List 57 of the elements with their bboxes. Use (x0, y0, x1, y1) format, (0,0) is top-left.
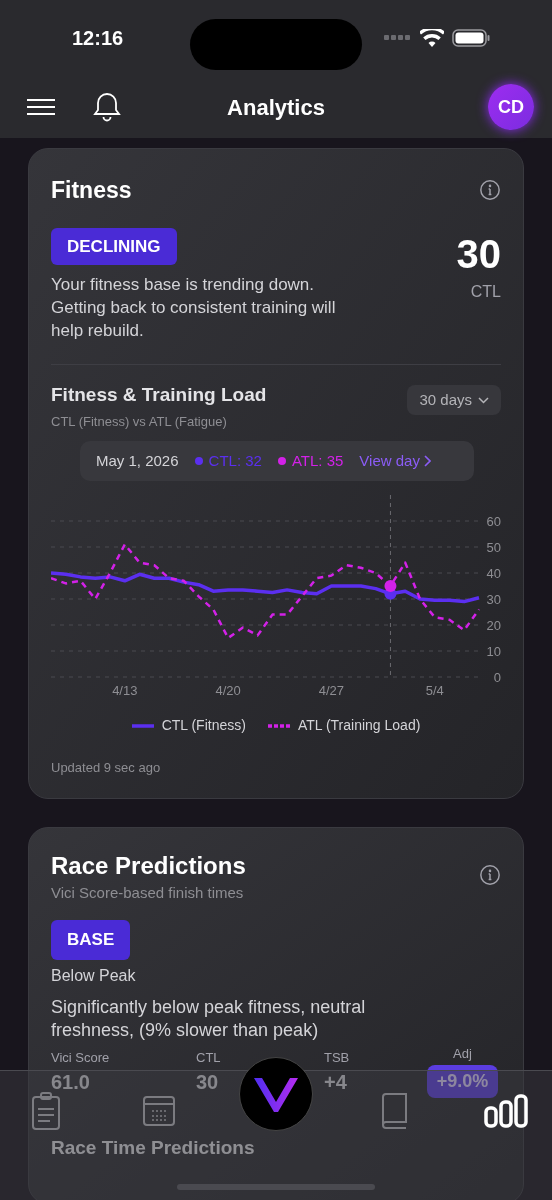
metric-label: CTL (196, 1048, 221, 1067)
axis-label: 4/20 (215, 683, 241, 697)
calendar-icon (141, 1095, 176, 1127)
metric-value: +4 (324, 1070, 347, 1095)
metric-pill: +9.0% (426, 1065, 499, 1098)
metric-label: Adj (453, 1044, 472, 1063)
data-point (384, 580, 397, 592)
chart-title: Fitness & Training Load (51, 383, 267, 407)
wifi-icon (420, 29, 444, 47)
race-description: Significantly below peak fitness, neutral freshness, (9% slower than peak) (51, 995, 367, 1042)
ctl-value: 30 (456, 230, 501, 278)
bell-icon[interactable] (93, 92, 121, 122)
page-title: Analytics (227, 93, 325, 122)
axis-label: 40 (486, 566, 501, 581)
status-time: 12:16 (72, 26, 124, 51)
axis-label: 10 (486, 644, 501, 659)
axis-label: 4/13 (112, 683, 138, 697)
metric-label: TSB (324, 1048, 350, 1067)
updated-text: Updated 9 sec ago (51, 759, 162, 777)
axis-label: 4/27 (318, 683, 345, 697)
legend-label: CTL (Fitness) (161, 716, 246, 735)
axis-label: 0 (493, 670, 501, 685)
section-title: Race Time Predictions (51, 1136, 256, 1160)
tooltip-value: ATL: 35 (291, 450, 344, 471)
range-dropdown[interactable]: 30 days (407, 385, 501, 415)
card-subtitle: Vici Score-based finish times (51, 882, 245, 903)
info-icon[interactable] (479, 179, 501, 202)
chart-subtitle: CTL (Fitness) vs ATL (Fatigue) (51, 412, 228, 431)
clipboard-icon (31, 1091, 61, 1131)
dashed-line-icon (267, 723, 290, 728)
metric-label: Vici Score (51, 1048, 110, 1067)
legend-label: ATL (Training Load) (297, 716, 421, 735)
metric-value: 61.0 (51, 1070, 90, 1095)
axis-label: 5/4 (425, 683, 444, 697)
axis-label: 30 (486, 592, 501, 607)
axis-label: 60 (486, 514, 501, 529)
battery-icon (452, 29, 490, 47)
tooltip-date: May 1, 2026 (96, 450, 179, 471)
axis-label: 20 (486, 618, 501, 633)
avatar[interactable]: CD (488, 84, 534, 130)
solid-line-icon (131, 723, 154, 728)
info-icon[interactable] (479, 863, 501, 886)
fitness-description: Your fitness base is trending down. Getting back to consistent training will help rebuild. (51, 274, 337, 342)
card-title: Race Predictions (51, 851, 246, 880)
signal-icon (384, 35, 412, 41)
chevron-right-icon (423, 455, 431, 467)
status-badge: DECLINING (51, 227, 177, 265)
chevron-down-icon (478, 396, 489, 404)
menu-icon[interactable] (26, 98, 56, 116)
ctl-label: CTL (470, 281, 501, 302)
tooltip-value: CTL: 32 (208, 450, 262, 471)
axis-label: 50 (486, 540, 501, 555)
card-title: Fitness (51, 176, 132, 205)
metric-value: 30 (196, 1070, 219, 1095)
bar-chart-icon (484, 1094, 528, 1128)
phase-badge: BASE (51, 920, 131, 960)
status-text: Below Peak (51, 965, 137, 986)
